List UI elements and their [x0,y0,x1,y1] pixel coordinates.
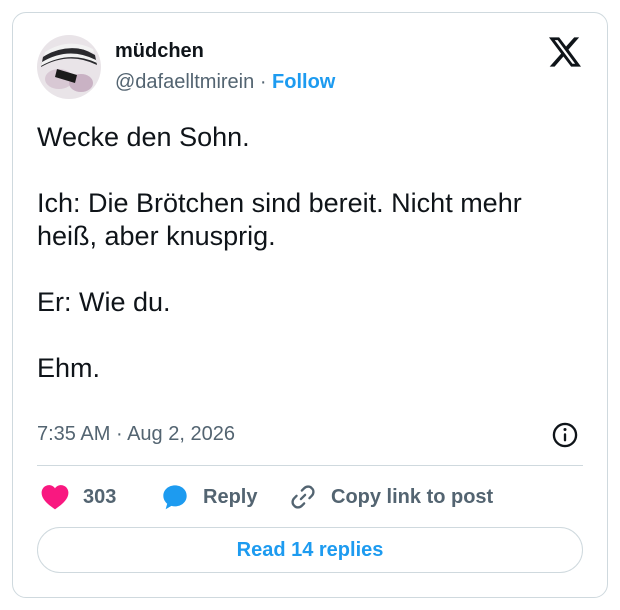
reply-label: Reply [203,485,258,508]
avatar-image [37,35,101,99]
copy-link-button[interactable]: Copy link to post [289,481,493,513]
author-display-name[interactable]: müdchen [115,39,204,63]
author-handle[interactable]: @dafaelltmirein [115,71,254,93]
read-replies-label: Read 14 replies [236,538,384,561]
timestamp-separator: · [115,423,123,445]
tweet-paragraph: Ehm. [37,353,101,383]
tweet-time: 7:35 AM [37,423,111,445]
like-count: 303 [83,485,117,508]
tweet-card: müdchen @dafaelltmirein · Follow Wecke d… [12,12,608,598]
reply-button[interactable]: Reply [161,481,257,513]
action-bar: 303 Reply Copy link to post [37,481,583,513]
copy-link-label: Copy link to post [331,485,494,508]
follow-button[interactable]: Follow [272,71,335,93]
tweet-paragraph: Wecke den Sohn. [37,122,250,152]
divider [37,465,583,466]
read-replies-button[interactable]: Read 14 replies [37,527,583,573]
tweet-timestamp[interactable]: 7:35 AM · Aug 2, 2026 [37,421,235,447]
author-handle-row: @dafaelltmirein · Follow [115,69,335,95]
link-icon [291,485,315,509]
tweet-paragraph: Ich: Die Brötchen sind bereit. Nicht meh… [37,188,522,251]
tweet-paragraph: Er: Wie du. [37,287,171,317]
avatar[interactable] [37,35,101,99]
x-logo-icon[interactable] [549,37,581,67]
speech-bubble-icon [163,485,187,510]
info-icon[interactable] [551,421,579,449]
handle-separator: · [259,71,267,93]
tweet-date: Aug 2, 2026 [127,423,235,445]
heart-icon [41,485,69,510]
like-button[interactable]: 303 [41,481,116,513]
tweet-text: Wecke den Sohn. Ich: Die Brötchen sind b… [37,121,587,385]
